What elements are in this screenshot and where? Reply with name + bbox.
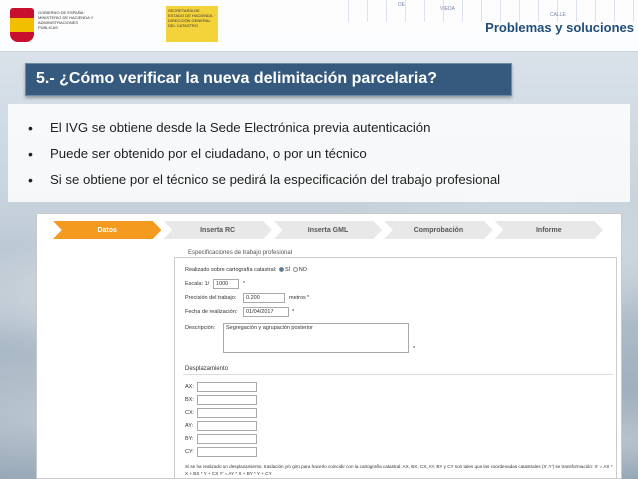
slide-title: 5.- ¿Cómo verificar la nueva delimitació… — [25, 63, 512, 96]
spain-crest-icon — [10, 8, 34, 42]
section-title: Problemas y soluciones — [485, 20, 634, 35]
bullet-item: El IVG se obtiene desde la Sede Electrón… — [28, 118, 628, 144]
cy-input[interactable] — [197, 447, 257, 457]
precision-unit: metros — [289, 295, 306, 301]
by-input[interactable] — [197, 434, 257, 444]
descripcion-required: * — [413, 346, 416, 352]
coord-label-by: BY: — [185, 436, 194, 442]
escala-required: * — [243, 281, 246, 287]
step-datos[interactable]: Datos — [53, 221, 162, 239]
step-inserta-gml[interactable]: Inserta GML — [273, 221, 383, 239]
wizard-steps: Datos Inserta RC Inserta GML Comprobació… — [53, 221, 605, 239]
coord-label-bx: BX: — [185, 397, 194, 403]
precision-required: * — [307, 295, 310, 301]
radio-no-label: NO — [298, 267, 307, 273]
fecha-input[interactable]: 01/04/2017 — [243, 307, 289, 317]
map-word-1: DE — [398, 2, 405, 8]
step-inserta-rc[interactable]: Inserta RC — [163, 221, 272, 239]
radio-no[interactable] — [292, 267, 298, 273]
map-word-2: VIEDA — [440, 6, 456, 12]
divider — [183, 374, 613, 375]
descripcion-textarea[interactable]: Segregación y agrupación posterior — [223, 323, 409, 353]
step-informe[interactable]: Informe — [494, 221, 604, 239]
precision-input[interactable]: 0.200 — [243, 293, 285, 303]
fecha-required: * — [292, 309, 295, 315]
government-logo: GOBIERNO DE ESPAÑA · MINISTERIO DE HACIE… — [10, 6, 162, 44]
ax-input[interactable] — [197, 382, 257, 392]
realizado-text: Realizado sobre cartografía catastral: — [185, 267, 277, 273]
escala-input[interactable]: 1000 — [213, 279, 239, 289]
desplazamiento-label: Desplazamiento — [185, 366, 229, 372]
fieldset-legend: Especificaciones de trabajo profesional — [185, 250, 296, 256]
bx-input[interactable] — [197, 395, 257, 405]
government-logo-text: GOBIERNO DE ESPAÑA · MINISTERIO DE HACIE… — [38, 10, 94, 30]
radio-si-label: SÍ — [284, 267, 291, 273]
transformation-footnote: Si se ha realizado un desplazamiento, tr… — [185, 464, 613, 476]
realizado-label: Realizado sobre cartografía catastral: S… — [185, 267, 307, 273]
bullet-item: Si se obtiene por el técnico se pedirá l… — [28, 170, 628, 196]
escala-label: Escala: 1/ — [185, 281, 210, 287]
catastro-logo: SECRETARÍA DE ESTADO DE HACIENDA · DIREC… — [166, 6, 218, 42]
step-comprobacion[interactable]: Comprobación — [384, 221, 493, 239]
slide-header: DE VIEDA CALLE GOBIERNO DE ESPAÑA · MINI… — [0, 0, 638, 52]
bullet-item: Puede ser obtenido por el ciudadano, o p… — [28, 144, 628, 170]
specifications-fieldset — [174, 257, 617, 479]
descripcion-label: Descripción: — [185, 325, 216, 331]
radio-si[interactable] — [278, 267, 284, 273]
cx-input[interactable] — [197, 408, 257, 418]
precision-label: Precisión del trabajo: — [185, 295, 237, 301]
coord-label-ay: AY: — [185, 423, 194, 429]
coord-label-cy: CY: — [185, 449, 194, 455]
map-decoration: DE VIEDA CALLE — [330, 0, 638, 22]
ay-input[interactable] — [197, 421, 257, 431]
coord-label-cx: CX: — [185, 410, 195, 416]
coord-label-ax: AX: — [185, 384, 194, 390]
bullet-list: El IVG se obtiene desde la Sede Electrón… — [28, 118, 628, 196]
form-screenshot: Datos Inserta RC Inserta GML Comprobació… — [36, 213, 622, 479]
map-word-3: CALLE — [550, 12, 566, 18]
fecha-label: Fecha de realización: — [185, 309, 238, 315]
